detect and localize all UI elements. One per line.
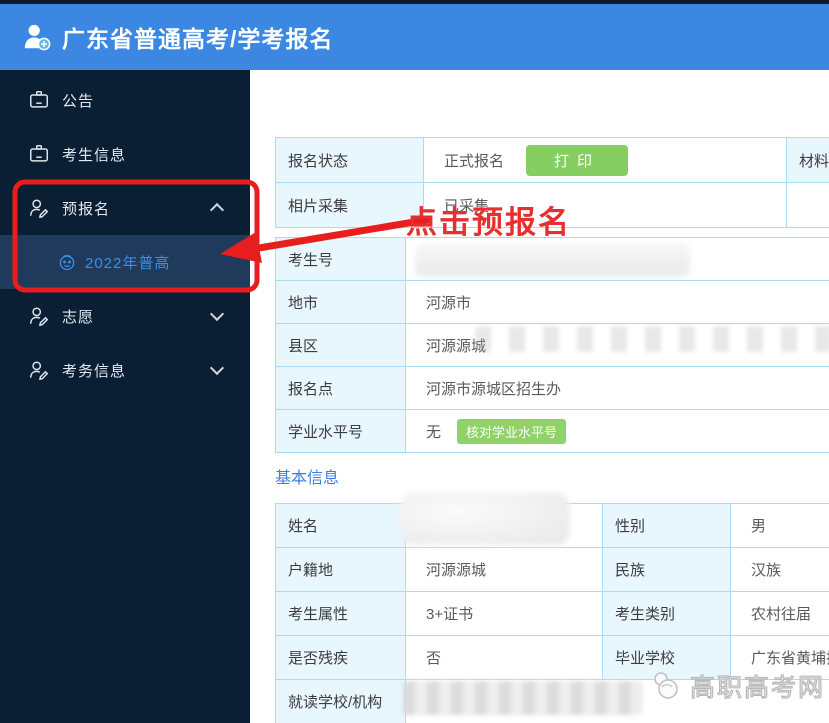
main-content: 报名状态 正式报名 打印 材料 相片采集 已采集 考生号 地市 河源市 县区 河… bbox=[250, 70, 829, 723]
candidate-info-table: 考生号 地市 河源市 县区 河源源城 报名点 河源市源城区招生办 学业水平号 无… bbox=[275, 237, 829, 453]
sidebar-item-exam-affairs[interactable]: 考务信息 bbox=[0, 343, 250, 397]
table-row: 县区 河源源城 bbox=[276, 323, 829, 366]
row-label: 报名状态 bbox=[276, 138, 423, 182]
watermark-text: 高职高考网 bbox=[689, 673, 826, 702]
row-value-cell: 正式报名 打印 bbox=[423, 138, 786, 182]
row-label: 材料 bbox=[786, 138, 829, 182]
gender-value: 男 bbox=[730, 504, 829, 547]
row-label: 考生号 bbox=[276, 238, 405, 280]
sidebar-item-pre-registration[interactable]: 预报名 bbox=[0, 181, 250, 235]
row-label: 学业水平号 bbox=[276, 410, 405, 452]
table-row: 考生号 bbox=[276, 238, 829, 280]
sidebar-item-announcements[interactable]: 公告 bbox=[0, 73, 250, 127]
table-row: 报名点 河源市源城区招生办 bbox=[276, 366, 829, 409]
row-label: 民族 bbox=[602, 548, 730, 591]
table-row: 相片采集 已采集 bbox=[276, 182, 829, 227]
app-header: 广东省普通高考/学考报名 bbox=[0, 4, 829, 70]
table-row: 户籍地 河源源城 民族 汉族 bbox=[276, 547, 829, 591]
user-edit-icon bbox=[30, 361, 49, 381]
hand-logo-icon bbox=[654, 672, 678, 699]
row-label: 考生属性 bbox=[276, 592, 405, 635]
exam-number-value bbox=[405, 238, 829, 280]
row-label: 姓名 bbox=[276, 504, 405, 547]
sidebar-item-label: 公告 bbox=[62, 92, 95, 110]
academic-level-value: 无 bbox=[426, 423, 442, 441]
household-value: 河源源城 bbox=[405, 548, 602, 591]
user-edit-icon bbox=[30, 307, 49, 327]
chevron-down-icon bbox=[209, 360, 225, 376]
print-button[interactable]: 打印 bbox=[526, 144, 629, 176]
row-label: 报名点 bbox=[276, 367, 405, 409]
basic-info-section-title: 基本信息 bbox=[275, 470, 340, 487]
notice-board-icon bbox=[30, 91, 48, 108]
site-watermark: 高职高考网 bbox=[650, 668, 825, 704]
add-user-icon bbox=[24, 24, 51, 51]
ethnicity-value: 汉族 bbox=[730, 548, 829, 591]
row-label: 户籍地 bbox=[276, 548, 405, 591]
sidebar: 公告 考生信息 预报名 2022年普高 志愿 考务信息 bbox=[0, 70, 250, 723]
table-row: 地市 河源市 bbox=[276, 280, 829, 323]
check-academic-level-button[interactable]: 核对学业水平号 bbox=[457, 418, 567, 444]
disability-value: 否 bbox=[405, 636, 602, 679]
table-row: 考生属性 3+证书 考生类别 农村往届 bbox=[276, 591, 829, 635]
row-label: 性别 bbox=[602, 504, 730, 547]
sidebar-item-label: 志愿 bbox=[62, 308, 95, 326]
app-window: 广东省普通高考/学考报名 公告 考生信息 预报名 2022年普高 志愿 考务信息… bbox=[0, 0, 829, 723]
sidebar-item-label: 2022年普高 bbox=[85, 254, 171, 272]
name-value bbox=[405, 504, 602, 547]
table-row: 报名状态 正式报名 打印 材料 bbox=[276, 138, 829, 182]
sidebar-item-candidate-info[interactable]: 考生信息 bbox=[0, 127, 250, 181]
row-label: 相片采集 bbox=[276, 183, 423, 227]
row-label: 县区 bbox=[276, 324, 405, 366]
notice-board-icon bbox=[30, 145, 48, 162]
candidate-attribute-value: 3+证书 bbox=[405, 592, 602, 635]
sidebar-item-2022-putong[interactable]: 2022年普高 bbox=[0, 235, 250, 289]
chevron-up-icon bbox=[209, 202, 225, 218]
registration-status-value: 正式报名 bbox=[444, 152, 505, 170]
smiley-face-icon bbox=[59, 254, 75, 271]
registration-point-value: 河源市源城区招生办 bbox=[405, 367, 829, 409]
sidebar-item-label: 预报名 bbox=[62, 200, 111, 218]
row-label: 就读学校/机构 bbox=[276, 680, 405, 723]
sidebar-item-preferences[interactable]: 志愿 bbox=[0, 289, 250, 343]
sidebar-item-label: 考生信息 bbox=[62, 146, 127, 164]
row-label: 是否残疾 bbox=[276, 636, 405, 679]
row-label: 地市 bbox=[276, 281, 405, 323]
registration-status-table: 报名状态 正式报名 打印 材料 相片采集 已采集 bbox=[275, 137, 829, 228]
sidebar-item-label: 考务信息 bbox=[62, 362, 127, 380]
page-title: 广东省普通高考/学考报名 bbox=[62, 26, 334, 52]
user-edit-icon bbox=[30, 199, 49, 219]
row-value-cell bbox=[786, 183, 829, 227]
county-value: 河源源城 bbox=[405, 324, 829, 366]
city-value: 河源市 bbox=[405, 281, 829, 323]
table-row: 学业水平号 无 核对学业水平号 bbox=[276, 409, 829, 452]
candidate-category-value: 农村往届 bbox=[730, 592, 829, 635]
row-value-cell: 无 核对学业水平号 bbox=[405, 410, 829, 452]
photo-collection-value: 已采集 bbox=[423, 183, 786, 227]
table-row: 姓名 性别 男 bbox=[276, 504, 829, 547]
chevron-down-icon bbox=[209, 306, 225, 322]
row-label: 考生类别 bbox=[602, 592, 730, 635]
